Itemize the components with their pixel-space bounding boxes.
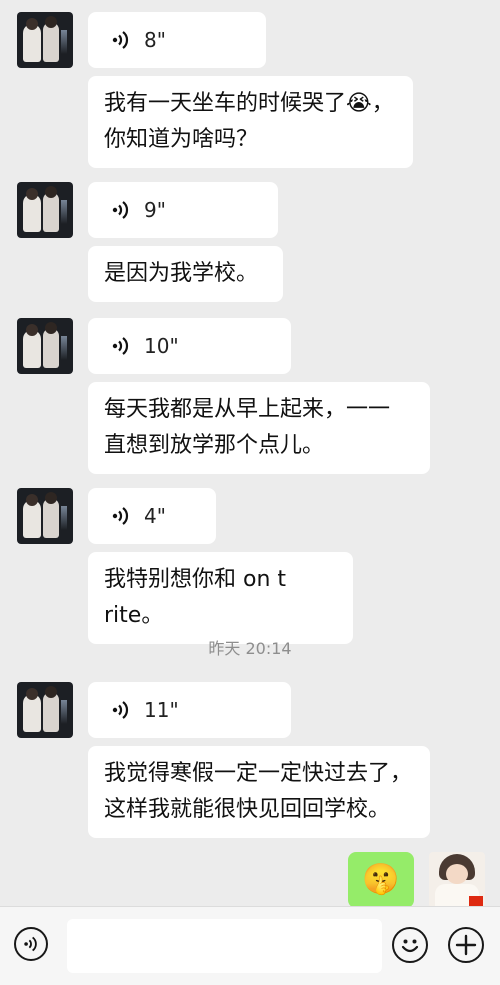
voice-message[interactable]: 8" [88,12,266,68]
text-message[interactable]: 我有一天坐车的时候哭了😭， 你知道为啥吗？ [88,76,413,168]
voice-input-icon [24,936,37,952]
voice-duration: 11" [144,698,179,722]
contact-avatar[interactable] [17,488,73,544]
voice-wave-icon [112,701,129,719]
voice-duration: 10" [144,334,179,358]
emoji-button[interactable] [392,927,428,963]
contact-avatar[interactable] [17,682,73,738]
voice-message[interactable]: 11" [88,682,291,738]
text-message[interactable]: 我特别想你和 on t rite。 [88,552,353,644]
voice-duration: 4" [144,504,166,528]
voice-message[interactable]: 9" [88,182,278,238]
voice-input-button[interactable] [14,927,48,961]
contact-avatar[interactable] [17,12,73,68]
voice-wave-icon [112,337,129,355]
contact-avatar[interactable] [17,318,73,374]
text-message[interactable]: 是因为我学校。 [88,246,283,302]
text-message[interactable]: 每天我都是从早上起来，一一 直想到放学那个点儿。 [88,382,430,474]
voice-duration: 8" [144,28,166,52]
voice-message[interactable]: 4" [88,488,216,544]
input-bar [0,906,500,985]
contact-avatar[interactable] [17,182,73,238]
voice-wave-icon [112,507,129,525]
emoji-icon [401,939,419,953]
voice-wave-icon [112,31,129,49]
message-input[interactable] [67,919,382,973]
shushing-emoji-icon: 🤫 [362,862,400,897]
text-message[interactable]: 我觉得寒假一定一定快过去了， 这样我就能很快见回回学校。 [88,746,430,838]
plus-button[interactable] [448,927,484,963]
voice-duration: 9" [144,198,166,222]
my-avatar[interactable] [429,852,485,908]
timestamp: 昨天 20:14 [208,639,292,658]
plus-icon [455,934,477,956]
voice-wave-icon [112,201,129,219]
voice-message[interactable]: 10" [88,318,291,374]
my-emoji-message[interactable]: 🤫 [348,852,414,908]
